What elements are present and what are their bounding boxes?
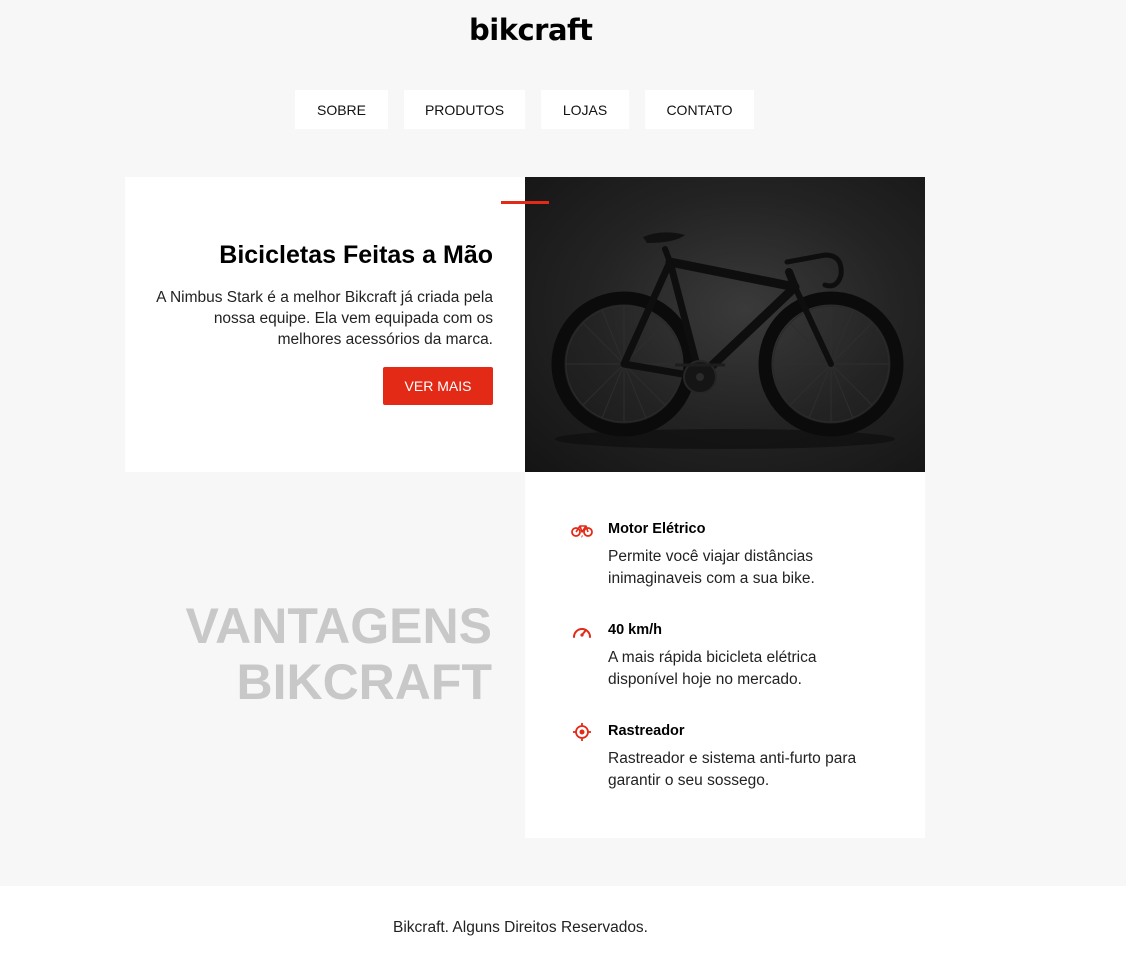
nav-item-produtos[interactable]: PRODUTOS (404, 90, 525, 129)
feature-description: Rastreador e sistema anti-furto para gar… (608, 750, 857, 789)
hero-text-panel: Bicicletas Feitas a Mão A Nimbus Stark é… (125, 177, 525, 472)
electric-bike-icon (571, 521, 593, 539)
hero-bike-image (525, 177, 925, 472)
ver-mais-button[interactable]: VER MAIS (383, 367, 493, 405)
nav-item-contato[interactable]: CONTATO (645, 90, 754, 129)
vantagens-title-line2: BIKCRAFT (236, 654, 492, 710)
feature-title: Motor Elétrico (608, 521, 706, 537)
hero-description: A Nimbus Stark é a melhor Bikcraft já cr… (156, 289, 493, 348)
vantagens-title: VANTAGENS BIKCRAFT (186, 598, 493, 710)
feature-title: 40 km/h (608, 622, 662, 638)
vantagens-title-line1: VANTAGENS (185, 598, 493, 654)
hero-accent-line (501, 201, 549, 204)
feature-description: A mais rápida bicicleta elétrica disponí… (608, 649, 817, 688)
hero-title: Bicicletas Feitas a Mão (219, 241, 493, 269)
feature-title: Rastreador (608, 723, 685, 739)
feature-description: Permite você viajar distâncias inimagina… (608, 548, 815, 587)
footer: Bikcraft. Alguns Direitos Reservados. (0, 886, 1126, 962)
footer-copyright: Bikcraft. Alguns Direitos Reservados. (393, 919, 648, 936)
speedometer-icon (571, 622, 593, 640)
features-panel: Motor Elétrico Permite você viajar distâ… (525, 472, 925, 838)
bicycle-illustration (551, 232, 904, 449)
site-logo[interactable]: bikcraft (469, 13, 593, 47)
nav-item-lojas[interactable]: LOJAS (541, 90, 629, 129)
target-icon (571, 723, 593, 741)
main-nav: SOBRE PRODUTOS LOJAS CONTATO (0, 90, 1126, 129)
nav-item-sobre[interactable]: SOBRE (295, 90, 388, 129)
